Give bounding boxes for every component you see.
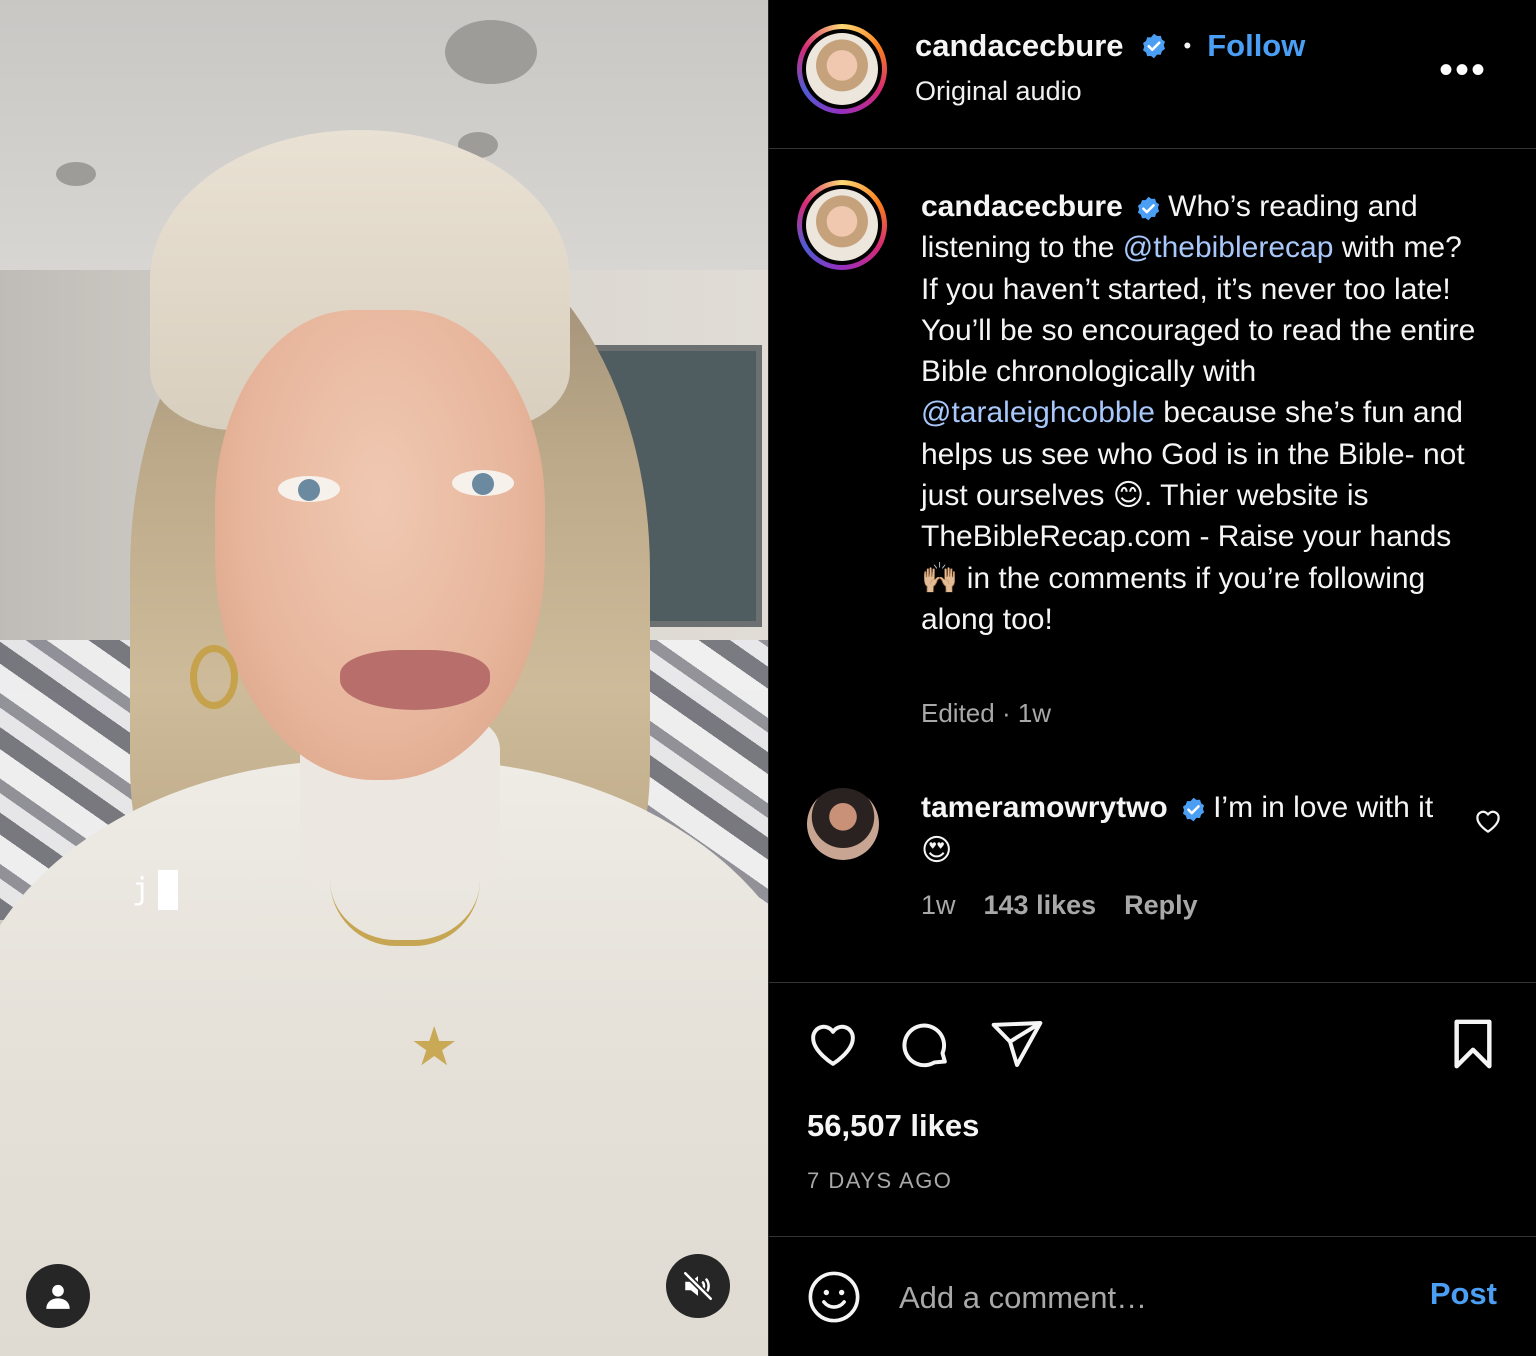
author-avatar[interactable] — [797, 24, 887, 114]
header-separator: • — [1183, 33, 1192, 58]
verified-badge-icon — [1183, 797, 1205, 821]
post-caption: candacecbure Who’s reading and listening… — [921, 186, 1481, 640]
bookmark-icon[interactable] — [1445, 1016, 1501, 1072]
muted-speaker-icon — [683, 1271, 713, 1301]
comment-input[interactable] — [897, 1272, 1401, 1324]
verified-badge-icon — [1142, 33, 1165, 59]
video-star-pendant: ★ — [410, 1017, 459, 1077]
comment-time: 1w — [921, 890, 956, 920]
post-comment-button[interactable]: Post — [1430, 1276, 1497, 1312]
user-icon — [46, 1284, 70, 1309]
share-icon[interactable] — [989, 1016, 1045, 1072]
video-eye-left — [278, 476, 340, 502]
follow-button[interactable]: Follow — [1207, 28, 1305, 64]
mention-link[interactable]: @thebiblerecap — [1123, 231, 1334, 264]
video-face — [215, 310, 545, 780]
video-ceiling-speaker — [445, 20, 537, 84]
reel-video[interactable]: ★ j — [0, 0, 768, 1356]
post-header: candacecbure • Follow Original audio ••• — [769, 0, 1536, 149]
comment-body: tameramowrytwo I’m in love with it 😍 — [921, 786, 1441, 872]
comment-icon[interactable] — [897, 1016, 953, 1072]
post-info-panel: candacecbure • Follow Original audio •••… — [768, 0, 1536, 1356]
divider — [769, 982, 1536, 983]
more-options-icon[interactable]: ••• — [1439, 48, 1487, 93]
likes-count[interactable]: 56,507 likes — [807, 1108, 979, 1144]
mention-link[interactable]: @taraleighcobble — [921, 396, 1155, 429]
video-ceiling-light — [56, 162, 96, 186]
commenter-username[interactable]: tameramowrytwo — [921, 791, 1168, 824]
video-mouth — [340, 650, 490, 710]
reply-button[interactable]: Reply — [1124, 890, 1198, 921]
caption-author-avatar[interactable] — [797, 180, 887, 270]
author-username[interactable]: candacecbure — [915, 28, 1124, 64]
video-earring — [190, 645, 238, 709]
video-eye-right — [452, 470, 514, 496]
heart-icon[interactable] — [805, 1016, 861, 1072]
tagged-user-button[interactable] — [26, 1264, 90, 1328]
audio-label[interactable]: Original audio — [915, 76, 1082, 107]
caption-meta: Edited · 1w — [921, 698, 1052, 728]
verified-badge-icon — [1138, 196, 1160, 220]
emoji-icon[interactable] — [807, 1270, 861, 1324]
text-cursor — [158, 870, 178, 910]
video-typed-text: j — [132, 872, 151, 907]
caption-text: because she’s fun and helps us see who G… — [921, 396, 1465, 636]
comment-meta: 1w 143 likes Reply — [921, 890, 1198, 921]
comment-likes[interactable]: 143 likes — [984, 890, 1097, 921]
divider — [769, 1236, 1536, 1237]
like-comment-heart-icon[interactable] — [1473, 806, 1503, 836]
commenter-avatar[interactable] — [807, 788, 879, 860]
post-date: 7 DAYS AGO — [807, 1168, 953, 1193]
caption-username[interactable]: candacecbure — [921, 190, 1123, 223]
mute-toggle-button[interactable] — [666, 1254, 730, 1318]
